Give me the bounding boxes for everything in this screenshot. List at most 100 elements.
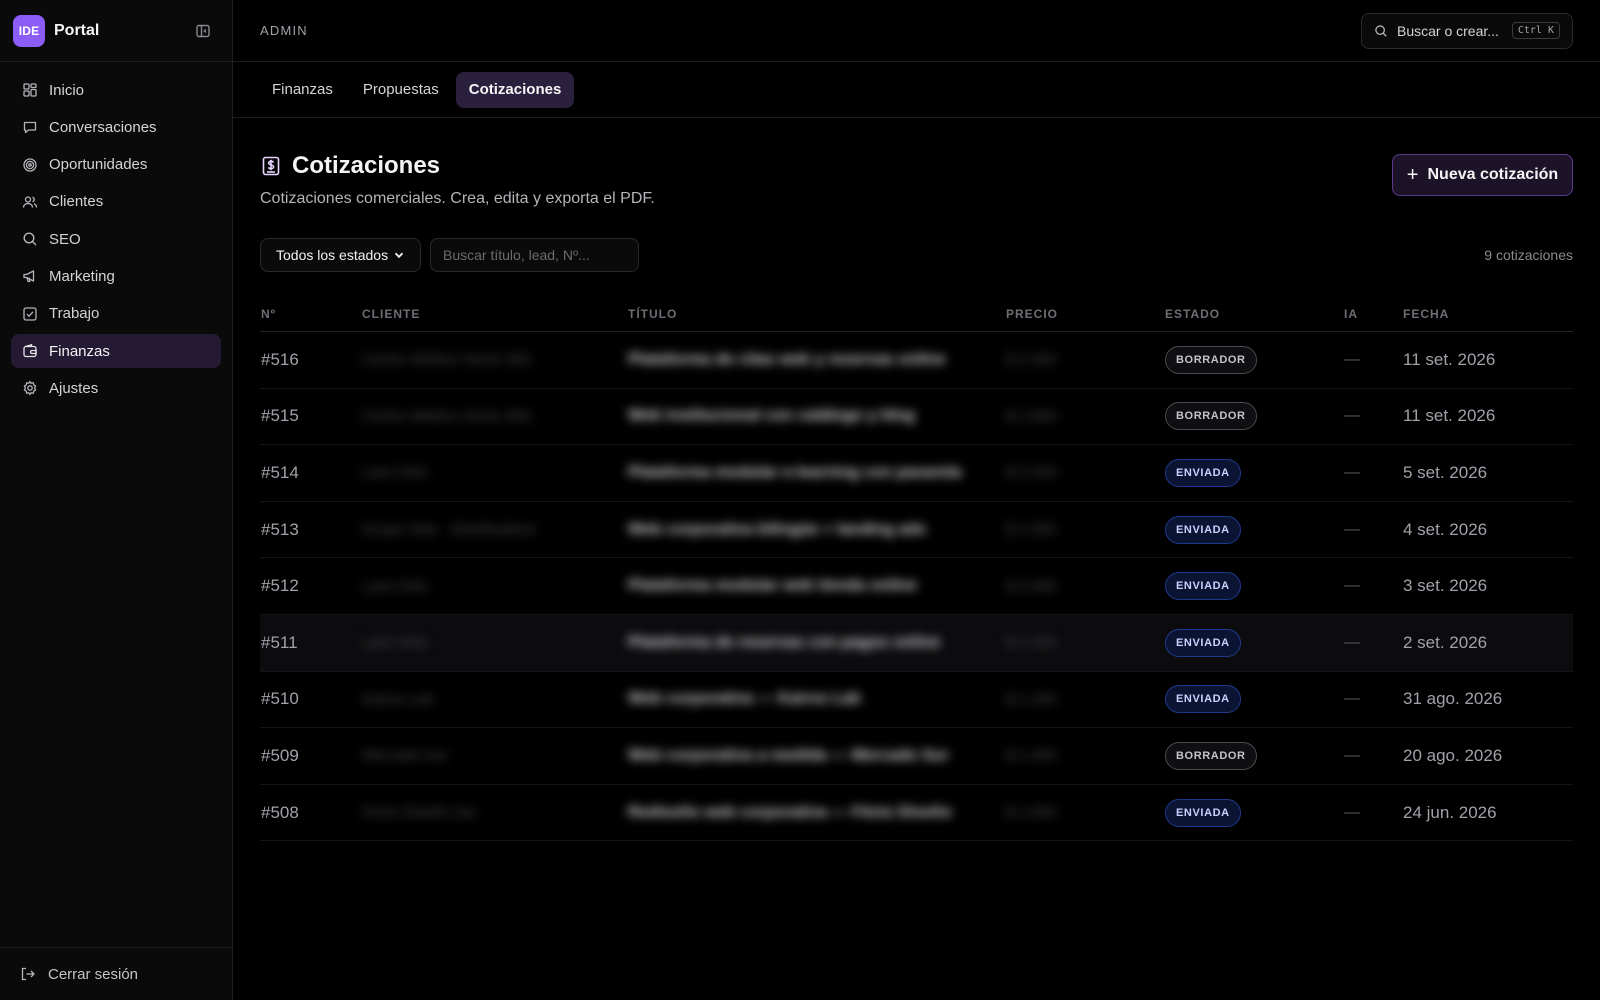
page-title: Cotizaciones	[292, 152, 441, 179]
quote-number: #516	[261, 349, 299, 369]
ai-cell: —	[1344, 690, 1360, 708]
client-name-text: Centro Médico Norte SRL	[362, 407, 534, 425]
global-search[interactable]: Buscar o crear... Ctrl K	[1361, 12, 1573, 49]
quote-number: #514	[261, 462, 299, 482]
brand-logo[interactable]: IDE	[13, 14, 45, 47]
table-row[interactable]: #513 Grupo Vela · Distribuidora Web corpor…	[260, 502, 1573, 559]
chevron-down-icon	[393, 249, 405, 261]
table-row[interactable]: #511 Lara Ortiz Plataforma de reservas con…	[260, 614, 1573, 672]
sidebar-item-label: Oportunidades	[49, 156, 148, 174]
status-badge: ENVIADA	[1165, 628, 1241, 657]
sidebar-item-seo[interactable]: SEO	[11, 222, 221, 256]
quote-price-text: $ 2.100	[1006, 634, 1057, 652]
quote-date: 11 set. 2026	[1403, 406, 1496, 426]
status-cell: BORRADOR	[1165, 345, 1344, 374]
quote-title-text: Plataforma modular web tienda online	[628, 577, 917, 595]
page-header: Cotizaciones Cotizaciones comerciales. C…	[260, 152, 655, 208]
table-row[interactable]: #514 Lara Ortiz Plataforma modular e-learn…	[260, 445, 1573, 502]
quote-date: 2 set. 2026	[1403, 632, 1488, 652]
gear-icon	[22, 380, 38, 396]
status-filter-select[interactable]: Todos los estados	[260, 238, 421, 272]
quote-price-text: $ 1.800	[1006, 407, 1057, 425]
sidebar-item-finanzas[interactable]: Finanzas	[11, 334, 221, 369]
column-header-title[interactable]: TÍTULO	[628, 307, 1006, 321]
sidebar-item-ajustes[interactable]: Ajustes	[11, 371, 221, 405]
search-icon	[1375, 24, 1387, 37]
ai-cell: —	[1344, 746, 1360, 764]
quote-title: Plataforma de reservas con pagos online	[628, 634, 1006, 652]
quote-title: Plataforma modular e-learning con pasare…	[628, 464, 1006, 482]
quote-date: 3 set. 2026	[1403, 576, 1488, 596]
table-row[interactable]: #508 Fénix Diseño Sur Rediseño web corpora…	[260, 785, 1573, 842]
quote-title-text: Web institucional con catálogo y blog	[628, 407, 915, 425]
sidebar-item-marketing[interactable]: Marketing	[11, 259, 221, 293]
client-name-text: Mercado Sur	[362, 747, 448, 765]
section-label: ADMIN	[260, 23, 308, 38]
sidebar-toggle-icon	[196, 24, 210, 37]
client-name-text: Fénix Diseño Sur	[362, 804, 478, 822]
status-badge: ENVIADA	[1165, 515, 1241, 544]
client-name-text: Lara Ortiz	[362, 577, 428, 595]
grid-icon	[22, 82, 38, 98]
table-row[interactable]: #515 Centro Médico Norte SRL Web instituci…	[260, 389, 1573, 446]
tab-propuestas[interactable]: Propuestas	[350, 72, 452, 108]
brand-name[interactable]: Portal	[54, 22, 99, 40]
quote-date: 11 set. 2026	[1403, 349, 1496, 369]
logout-button[interactable]: Cerrar sesión	[0, 947, 232, 1000]
invoice-icon	[260, 155, 282, 177]
quote-number: #509	[261, 745, 299, 765]
status-cell: ENVIADA	[1165, 458, 1344, 487]
sidebar-item-inicio[interactable]: Inicio	[11, 73, 221, 107]
column-header-number[interactable]: Nº	[260, 307, 362, 321]
status-badge: BORRADOR	[1165, 741, 1257, 770]
client-name: Lara Ortiz	[362, 634, 628, 651]
column-header-date[interactable]: FECHA	[1403, 307, 1573, 321]
quote-price: $ 1.400	[1006, 747, 1165, 764]
sidebar: IDE Portal Inicio Conversaciones Oportun…	[0, 0, 233, 1000]
ai-cell: —	[1344, 577, 1360, 595]
quote-title-text: Plataforma de citas web y reservas onlin…	[628, 350, 946, 368]
quote-title: Web institucional con catálogo y blog	[628, 407, 1006, 425]
quote-title: Web corporativa — Kairos Lab	[628, 690, 1006, 708]
tab-cotizaciones[interactable]: Cotizaciones	[455, 71, 575, 108]
quote-price: $ 1.950	[1006, 521, 1165, 538]
tab-finanzas[interactable]: Finanzas	[259, 72, 346, 108]
column-header-ai[interactable]: IA	[1344, 307, 1403, 321]
wallet-icon	[22, 343, 38, 359]
checkbox-icon	[22, 306, 38, 322]
quote-number: #513	[261, 519, 299, 539]
status-badge: BORRADOR	[1165, 345, 1257, 374]
status-cell: ENVIADA	[1165, 628, 1344, 657]
status-cell: BORRADOR	[1165, 741, 1344, 770]
sidebar-collapse-button[interactable]	[192, 20, 214, 42]
quote-number: #510	[261, 689, 299, 709]
result-count: 9 cotizaciones	[1484, 247, 1573, 263]
sidebar-item-conversaciones[interactable]: Conversaciones	[11, 110, 221, 144]
table-row[interactable]: #512 Lara Ortiz Plataforma modular web tie…	[260, 558, 1573, 615]
column-header-price[interactable]: PRECIO	[1006, 307, 1165, 321]
quote-search-input[interactable]	[430, 238, 639, 272]
new-quote-button[interactable]: + Nueva cotización	[1392, 154, 1573, 196]
sidebar-item-clientes[interactable]: Clientes	[11, 185, 221, 219]
client-name: Centro Médico Norte SRL	[362, 351, 628, 368]
status-filter-value: Todos los estados	[276, 247, 389, 263]
sidebar-item-label: Trabajo	[49, 305, 100, 323]
quote-title-text: Web corporativa — Kairos Lab	[628, 690, 861, 708]
table-row[interactable]: #509 Mercado Sur Web corporativa a medida …	[260, 728, 1573, 785]
ai-cell: —	[1344, 633, 1360, 651]
quote-date: 24 jun. 2026	[1403, 802, 1497, 822]
logout-label: Cerrar sesión	[48, 965, 139, 983]
client-name-text: Lara Ortiz	[362, 634, 428, 652]
table-row[interactable]: #516 Centro Médico Norte SRL Plataforma de…	[260, 332, 1573, 389]
client-name: Centro Médico Norte SRL	[362, 408, 628, 425]
topbar: ADMIN Buscar o crear... Ctrl K	[233, 0, 1600, 62]
table-row[interactable]: #510 Kairos Lab Web corporativa — Kairos L…	[260, 672, 1573, 729]
quote-price-text: $ 1.200	[1006, 690, 1057, 708]
column-header-client[interactable]: CLIENTE	[362, 307, 628, 321]
global-search-placeholder: Buscar o crear...	[1397, 22, 1499, 39]
quote-date: 31 ago. 2026	[1403, 689, 1503, 709]
quote-title: Web corporativa a medida — Mercado Sur	[628, 747, 1006, 765]
sidebar-item-trabajo[interactable]: Trabajo	[11, 297, 221, 331]
column-header-status[interactable]: ESTADO	[1165, 307, 1344, 321]
sidebar-item-oportunidades[interactable]: Oportunidades	[11, 148, 221, 182]
